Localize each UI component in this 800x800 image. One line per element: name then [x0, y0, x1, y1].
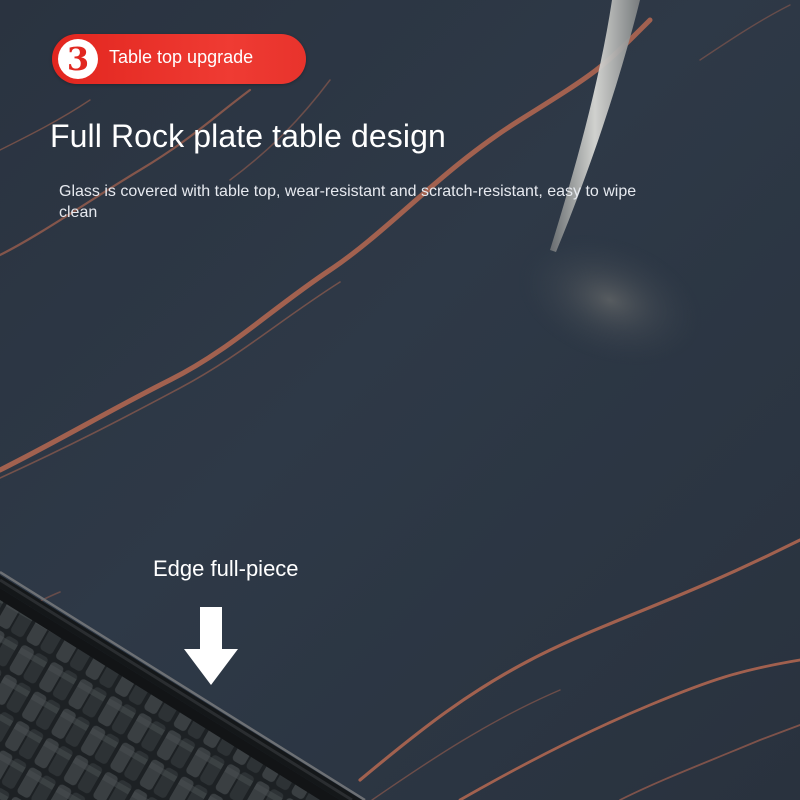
badge-label: Table top upgrade: [109, 47, 254, 67]
down-arrow-icon: [184, 607, 238, 685]
number-3-circle-icon: 3: [58, 39, 98, 79]
headline: Full Rock plate table design: [50, 118, 446, 154]
edge-callout-label: Edge full-piece: [153, 556, 299, 581]
step-badge: 3 Table top upgrade: [52, 34, 306, 84]
product-feature-banner: 3 Table top upgrade Full Rock plate tabl…: [0, 0, 800, 800]
feature-description: Glass is covered with table top, wear-re…: [59, 183, 637, 221]
